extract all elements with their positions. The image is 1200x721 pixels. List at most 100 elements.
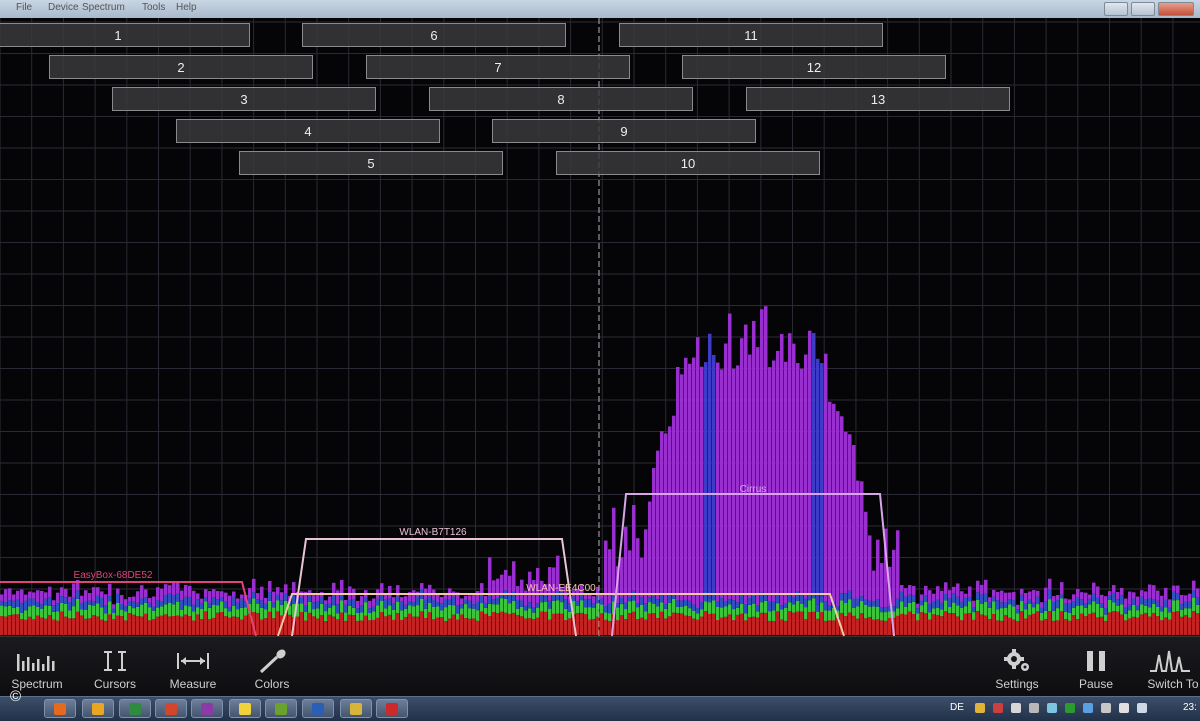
spectrum-view[interactable]: 1 2 3 4 5 6 7 8 9 10 11 12 13 — [0, 18, 1200, 636]
noise-bar-blue — [668, 594, 672, 603]
maximize-button[interactable] — [1131, 2, 1155, 16]
taskbar-app-messenger[interactable] — [229, 699, 261, 718]
channel-box-8[interactable]: 8 — [429, 87, 693, 111]
noise-bar-green — [720, 607, 724, 618]
taskbar-clock[interactable]: 23: — [1183, 702, 1197, 713]
noise-bar-blue — [968, 596, 972, 602]
noise-bar-green — [208, 607, 212, 620]
noise-bar-red — [980, 614, 984, 635]
noise-bar-green — [924, 602, 928, 614]
signal-bar — [172, 582, 176, 596]
taskbar-app-word[interactable] — [302, 699, 334, 718]
noise-bar-blue — [572, 596, 576, 602]
noise-bar-green — [172, 604, 176, 617]
noise-bar-green — [328, 608, 332, 615]
menu-device[interactable]: Device — [48, 2, 79, 13]
spectrum-button[interactable]: Spectrum — [2, 643, 72, 693]
noise-bar-blue — [776, 594, 780, 604]
signal-bar — [1016, 604, 1020, 610]
signal-bar — [524, 590, 528, 606]
language-indicator[interactable]: DE — [950, 702, 964, 713]
signal-bar — [1020, 588, 1024, 595]
bluetooth-icon[interactable] — [1083, 703, 1093, 713]
noise-bar-blue — [640, 597, 644, 605]
noise-bar-green — [488, 603, 492, 616]
minimize-button[interactable] — [1104, 2, 1128, 16]
channel-box-5[interactable]: 5 — [239, 151, 503, 175]
channel-box-1[interactable]: 1 — [0, 23, 250, 47]
sync-icon[interactable] — [1047, 703, 1057, 713]
noise-bar-red — [40, 617, 44, 635]
noise-bar-red — [884, 620, 888, 635]
menu-spectrum[interactable]: Spectrum — [82, 2, 125, 13]
channel-box-9[interactable]: 9 — [492, 119, 756, 143]
cursors-button[interactable]: Cursors — [80, 643, 150, 693]
taskbar-app-app-green[interactable] — [265, 699, 297, 718]
taskbar-app-media[interactable] — [82, 699, 114, 718]
noise-bar-red — [344, 620, 348, 635]
channel-box-2[interactable]: 2 — [49, 55, 313, 79]
noise-bar-red — [136, 616, 140, 635]
settings-button[interactable]: Settings — [982, 643, 1052, 693]
noise-bar-green — [604, 612, 608, 620]
noise-bar-green — [676, 606, 680, 614]
volume-icon[interactable] — [1137, 703, 1147, 713]
noise-bar-blue — [344, 604, 348, 613]
signal-bar — [28, 591, 32, 599]
network-icon[interactable] — [1119, 703, 1129, 713]
noise-bar-blue — [32, 598, 36, 606]
signal-bar — [748, 354, 752, 599]
noise-bar-green — [700, 609, 704, 617]
noise-bar-blue — [8, 600, 12, 606]
noise-bar-red — [1116, 611, 1120, 635]
pause-button[interactable]: Pause — [1061, 643, 1131, 693]
noise-bar-green — [140, 604, 144, 617]
noise-bar-blue — [76, 590, 80, 599]
colors-button[interactable]: Colors — [237, 643, 307, 693]
taskbar-app-powerpoint[interactable] — [155, 699, 187, 718]
noise-bar-red — [92, 615, 96, 635]
device-icon[interactable] — [1011, 703, 1021, 713]
noise-bar-blue — [1104, 608, 1108, 615]
channel-box-13[interactable]: 13 — [746, 87, 1010, 111]
noise-bar-blue — [56, 603, 60, 612]
channel-box-11[interactable]: 11 — [619, 23, 883, 47]
channel-box-10[interactable]: 10 — [556, 151, 820, 175]
noise-bar-blue — [896, 598, 900, 609]
menu-file[interactable]: File — [16, 2, 32, 13]
noise-bar-blue — [892, 606, 896, 612]
switch-to-button[interactable]: Switch To — [1138, 643, 1200, 693]
antivirus-icon[interactable] — [993, 703, 1003, 713]
taskbar-app-app-red[interactable] — [376, 699, 408, 718]
noise-bar-blue — [196, 599, 200, 608]
noise-bar-blue — [932, 601, 936, 609]
noise-bar-red — [408, 613, 412, 635]
menu-tools[interactable]: Tools — [142, 2, 165, 13]
taskbar-app-firefox[interactable] — [44, 699, 76, 718]
signal-bar — [268, 581, 272, 593]
signal-bar — [508, 575, 512, 595]
noise-bar-green — [120, 609, 124, 617]
channel-box-12[interactable]: 12 — [682, 55, 946, 79]
security-icon[interactable] — [975, 703, 985, 713]
signal-bar — [340, 579, 344, 594]
noise-bar-blue — [616, 603, 620, 608]
printer-icon[interactable] — [1101, 703, 1111, 713]
measure-button[interactable]: Measure — [158, 643, 228, 693]
taskbar-app-app-yellow[interactable] — [340, 699, 372, 718]
lock-icon[interactable] — [1029, 703, 1039, 713]
channel-box-7[interactable]: 7 — [366, 55, 630, 79]
channel-box-6[interactable]: 6 — [302, 23, 566, 47]
channel-box-4[interactable]: 4 — [176, 119, 440, 143]
noise-bar-red — [600, 613, 604, 635]
taskbar-app-excel[interactable] — [119, 699, 151, 718]
noise-bar-green — [168, 602, 172, 617]
noise-bar-red — [440, 617, 444, 635]
channel-box-3[interactable]: 3 — [112, 87, 376, 111]
switch-to-label: Switch To — [1147, 677, 1199, 691]
menu-help[interactable]: Help — [176, 2, 197, 13]
taskbar-app-onenote[interactable] — [191, 699, 223, 718]
app-tray-icon[interactable] — [1065, 703, 1075, 713]
close-button[interactable] — [1158, 2, 1194, 16]
noise-bar-red — [668, 616, 672, 635]
